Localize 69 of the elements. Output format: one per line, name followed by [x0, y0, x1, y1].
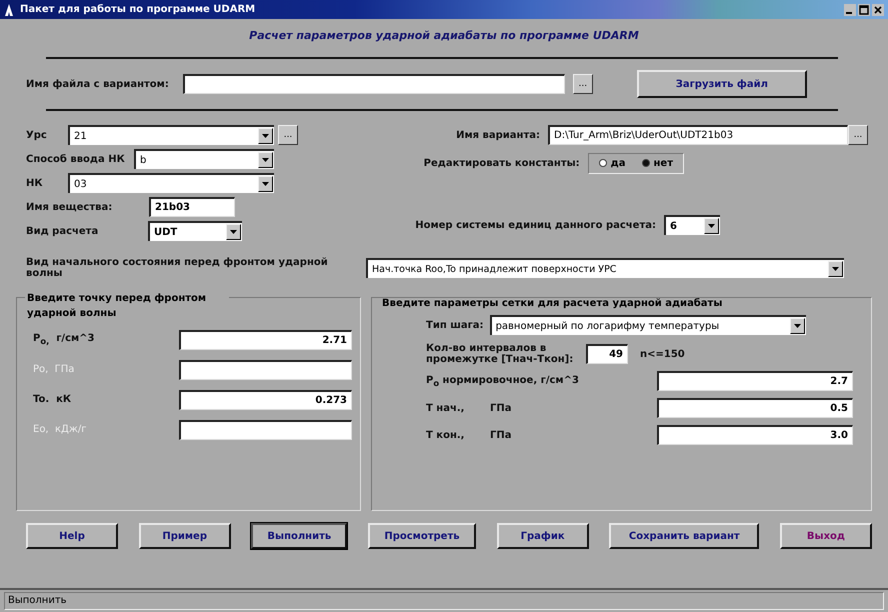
number-field[interactable]: [178, 420, 352, 440]
number-field[interactable]: 0.5: [657, 398, 853, 418]
dropdown-arrow-icon: [262, 134, 269, 138]
field-label: Eo, кДж/г: [33, 424, 88, 435]
field-label: Редактировать константы:: [424, 158, 580, 168]
load-file-button[interactable]: Загрузить файл: [636, 70, 807, 98]
action-button[interactable]: Help: [26, 523, 118, 549]
browse-button[interactable]: ...: [848, 125, 868, 145]
number-field[interactable]: 3.0: [657, 425, 853, 445]
dropdown-arrow-icon: [262, 158, 269, 162]
field-label: НК: [26, 178, 44, 188]
close-icon[interactable]: [872, 4, 884, 16]
number-field[interactable]: [178, 360, 352, 380]
dropdown-arrow-icon: [832, 267, 839, 271]
text-field[interactable]: D:\Tur_Arm\Briz\UderOut\UDT21b03: [548, 125, 848, 145]
group-title: Введите параметры сетки для расчета ударной адиабаты: [380, 298, 724, 309]
status-bar: Выполнить: [4, 592, 884, 610]
browse-button[interactable]: ...: [278, 125, 298, 145]
radio-option[interactable]: да: [598, 158, 626, 168]
number-field[interactable]: 2.71: [178, 330, 352, 350]
unit-label: ГПа: [490, 402, 512, 414]
field-label: Вид начального состояния перед фронтом ударной волны: [26, 257, 329, 279]
dropdown[interactable]: Нач.точка Roo,To принадлежит поверхности УРС: [366, 258, 844, 278]
group-title: Введите точку перед фронтом ударной волны: [25, 291, 229, 321]
dropdown[interactable]: равномерный по логарифму температуры: [490, 315, 806, 335]
field-label: To. кК: [33, 394, 72, 405]
number-field[interactable]: 49: [586, 344, 628, 364]
action-button[interactable]: Пример: [138, 523, 231, 549]
action-button[interactable]: Сохранить вариант: [609, 523, 760, 549]
limit-hint: n<=150: [640, 348, 685, 360]
field-label: Кол-во интервалов в промежутке [Тнач-Ткон]:: [426, 343, 574, 365]
field-label: T кон.,: [426, 430, 466, 440]
browse-button[interactable]: ...: [572, 74, 593, 94]
field-label: Способ ввода НК: [26, 154, 126, 164]
action-button[interactable]: Просмотреть: [368, 523, 476, 549]
action-button[interactable]: График: [496, 523, 589, 549]
radio-option[interactable]: нет: [642, 158, 673, 168]
unit-label: ГПа: [490, 430, 512, 440]
minimize-icon[interactable]: [844, 4, 856, 16]
number-field[interactable]: 0.273: [178, 390, 352, 410]
dropdown[interactable]: 21: [68, 125, 274, 145]
dropdown-arrow-icon: [794, 324, 801, 328]
maximize-icon[interactable]: [858, 4, 870, 16]
dropdown[interactable]: b: [134, 149, 274, 169]
text-field[interactable]: 21b03: [149, 197, 235, 217]
file-name-field[interactable]: [182, 74, 565, 94]
field-label: T нач.,: [426, 402, 466, 414]
field-label: Тип шага:: [426, 320, 484, 330]
action-button[interactable]: Выход: [780, 523, 872, 549]
dropdown-arrow-icon: [708, 224, 715, 228]
field-label: Имя вещества:: [26, 202, 114, 212]
field-label: Р$_{o,}$ г/см^3: [33, 333, 96, 346]
dropdown[interactable]: 03: [68, 173, 274, 193]
field-label: Урс: [26, 130, 48, 140]
field-label: Номер системы единиц данного расчета:: [415, 220, 656, 230]
dropdown[interactable]: UDT: [148, 221, 242, 241]
app-icon: [4, 4, 14, 16]
window-title: Пакет для работы по программе UDARM: [20, 4, 256, 15]
field-label: Р$_{o}$ нормировочное, г/см^3: [426, 374, 579, 388]
dropdown-arrow-icon: [230, 230, 237, 234]
form-heading: Расчет параметров ударной адиабаты по программе UDARM: [248, 29, 640, 44]
action-button[interactable]: Выполнить: [251, 523, 348, 549]
dropdown-arrow-icon: [262, 182, 269, 186]
dropdown[interactable]: 6: [664, 215, 720, 235]
field-label: Вид расчета: [26, 226, 100, 236]
number-field[interactable]: 2.7: [657, 371, 853, 391]
field-label: Имя варианта:: [456, 130, 540, 140]
field-label: Ро, ГПа: [33, 364, 76, 375]
field-label: Имя файла с вариантом:: [26, 78, 169, 90]
